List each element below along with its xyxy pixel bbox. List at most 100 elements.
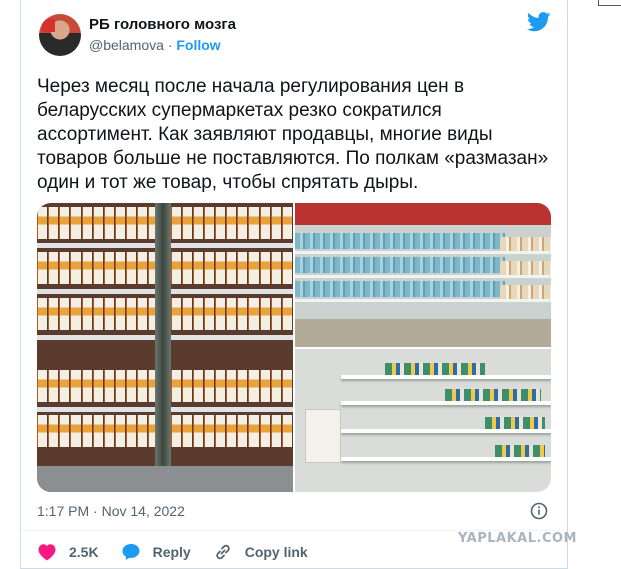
juice-carton — [137, 370, 148, 402]
juice-carton — [92, 252, 103, 284]
tweet-text: Через месяц после начала регулирования ц… — [37, 76, 549, 193]
juice-carton — [92, 207, 103, 239]
juice-carton — [181, 370, 192, 402]
shelf-pole — [155, 203, 171, 492]
shelf-goods — [445, 389, 541, 401]
juice-carton — [203, 298, 214, 330]
juice-carton — [192, 207, 203, 239]
handle-separator: · — [167, 37, 173, 53]
juice-carton — [37, 415, 48, 447]
juice-carton — [59, 252, 70, 284]
juice-carton — [203, 370, 214, 402]
avatar-badge — [42, 19, 55, 32]
juice-carton — [237, 252, 248, 284]
juice-carton — [170, 252, 181, 284]
action-bar: 2.5K Reply Copy link — [37, 541, 330, 563]
juice-carton — [114, 415, 125, 447]
juice-carton — [248, 207, 259, 239]
juice-carton — [281, 298, 292, 330]
juice-carton — [215, 415, 226, 447]
juice-carton — [281, 370, 292, 402]
store-floor — [295, 319, 551, 347]
copy-link-label: Copy link — [244, 544, 308, 560]
juice-carton — [59, 298, 70, 330]
juice-carton — [137, 298, 148, 330]
juice-carton — [226, 207, 237, 239]
juice-carton — [114, 298, 125, 330]
juice-carton — [103, 207, 114, 239]
juice-carton — [281, 415, 292, 447]
store-floor — [37, 466, 293, 492]
refrigerated-section-photo[interactable] — [295, 203, 551, 347]
juice-carton — [81, 370, 92, 402]
juice-carton — [215, 252, 226, 284]
reply-button[interactable]: Reply — [121, 543, 191, 561]
juice-carton — [203, 207, 214, 239]
juice-carton — [192, 415, 203, 447]
bottle-row — [295, 257, 505, 273]
juice-carton — [126, 415, 137, 447]
juice-carton — [92, 298, 103, 330]
juice-carton — [226, 370, 237, 402]
photo-grid — [37, 203, 551, 492]
juice-carton — [181, 298, 192, 330]
juice-carton — [226, 298, 237, 330]
juice-carton — [259, 415, 270, 447]
juice-carton — [81, 207, 92, 239]
juice-carton — [259, 207, 270, 239]
fridge-shelf — [295, 251, 551, 254]
juice-carton — [170, 298, 181, 330]
juice-carton — [48, 415, 59, 447]
dairy-row — [500, 261, 551, 275]
juice-carton — [181, 415, 192, 447]
like-button[interactable]: 2.5K — [37, 543, 99, 561]
juice-shelves-photo[interactable] — [37, 203, 293, 492]
juice-carton — [270, 370, 281, 402]
avatar[interactable] — [39, 14, 81, 56]
shelf-goods — [485, 417, 545, 429]
bottle-row — [295, 233, 505, 249]
juice-carton — [48, 207, 59, 239]
author-name[interactable]: РБ головного мозга — [89, 16, 236, 33]
carton-stack — [305, 409, 341, 463]
juice-carton — [248, 298, 259, 330]
juice-carton — [59, 370, 70, 402]
shelf-goods — [495, 445, 545, 457]
juice-carton — [137, 415, 148, 447]
reply-label: Reply — [152, 544, 191, 560]
fridge-header — [295, 203, 551, 225]
like-count: 2.5K — [69, 544, 99, 560]
tweet-timestamp[interactable]: 1:17 PM · Nov 14, 2022 — [37, 503, 185, 519]
twitter-bird-icon[interactable] — [527, 12, 551, 32]
link-icon — [215, 544, 230, 560]
juice-carton — [103, 252, 114, 284]
juice-carton — [103, 298, 114, 330]
empty-shelves-photo[interactable] — [295, 349, 551, 492]
follow-button[interactable]: Follow — [176, 37, 220, 53]
window-corner — [598, 0, 621, 6]
author-handle[interactable]: @belamova — [89, 37, 164, 53]
juice-carton — [137, 252, 148, 284]
juice-carton — [203, 415, 214, 447]
copy-link-button[interactable]: Copy link — [213, 543, 308, 561]
handle-row: @belamova · Follow — [89, 37, 221, 53]
juice-carton — [192, 370, 203, 402]
juice-carton — [37, 370, 48, 402]
juice-carton — [226, 252, 237, 284]
juice-carton — [270, 207, 281, 239]
heart-icon — [38, 544, 56, 561]
dairy-row — [500, 237, 551, 251]
juice-carton — [237, 207, 248, 239]
juice-carton — [92, 415, 103, 447]
juice-carton — [70, 252, 81, 284]
juice-carton — [37, 252, 48, 284]
juice-carton — [126, 298, 137, 330]
juice-carton — [126, 207, 137, 239]
info-icon[interactable] — [530, 502, 548, 520]
juice-carton — [259, 370, 270, 402]
juice-carton — [81, 252, 92, 284]
juice-carton — [48, 298, 59, 330]
shelf-goods — [385, 363, 485, 375]
juice-carton — [192, 252, 203, 284]
juice-carton — [237, 298, 248, 330]
